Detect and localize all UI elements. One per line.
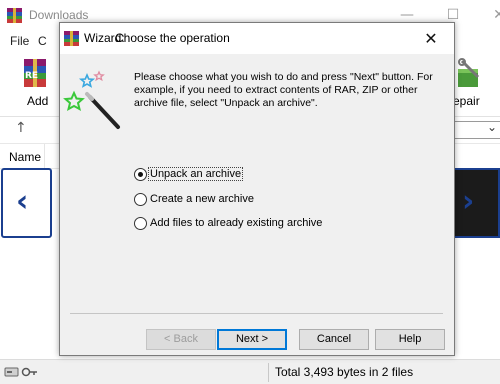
winrar-app-icon bbox=[64, 31, 79, 46]
status-text: Total 3,493 bytes in 2 files bbox=[275, 365, 414, 379]
help-button[interactable]: Help bbox=[375, 329, 445, 350]
dialog-close-button[interactable]: ✕ bbox=[408, 23, 454, 54]
instructions-text: Please choose what you wish to do and pr… bbox=[134, 71, 433, 109]
radio-label-text: Add files to already existing archive bbox=[150, 217, 323, 229]
status-bar: Total 3,493 bytes in 2 files bbox=[0, 359, 500, 384]
wizard-dialog: Wizard: Choose the operation ✕ Please ch… bbox=[59, 22, 455, 356]
add-archive-icon: RE bbox=[24, 59, 46, 87]
status-divider bbox=[268, 363, 269, 382]
radio-button[interactable] bbox=[134, 193, 147, 206]
magic-wand-icon bbox=[63, 70, 120, 129]
dialog-separator bbox=[70, 313, 443, 314]
chevron-right-icon: › bbox=[462, 184, 475, 219]
repair-button-label: epair bbox=[453, 94, 480, 108]
main-window-title: Downloads bbox=[29, 8, 89, 22]
menu-file[interactable]: File bbox=[10, 34, 29, 48]
dialog-title: Choose the operation bbox=[115, 31, 230, 45]
menu-commands[interactable]: C bbox=[38, 34, 47, 48]
back-button[interactable]: < Back bbox=[146, 329, 216, 350]
column-header-name[interactable]: Name bbox=[9, 150, 41, 164]
main-close-button[interactable]: ✕ bbox=[476, 0, 500, 31]
radio-label: Unpack an archive bbox=[148, 167, 244, 181]
svg-text:RE: RE bbox=[25, 71, 38, 81]
next-button[interactable]: Next > bbox=[217, 329, 287, 350]
chevron-left-icon: ‹ bbox=[16, 184, 29, 219]
radio-button[interactable] bbox=[134, 168, 147, 181]
path-dropdown[interactable]: ⌄ bbox=[453, 120, 500, 139]
add-button[interactable]: RE Add bbox=[14, 51, 64, 115]
chevron-down-icon: ⌄ bbox=[486, 120, 497, 134]
radio-label-text: Unpack an archive bbox=[148, 167, 244, 181]
drive-key-icon bbox=[4, 367, 37, 377]
repair-icon bbox=[458, 58, 480, 87]
cancel-button[interactable]: Cancel bbox=[299, 329, 369, 350]
dialog-titlebar: Wizard: Choose the operation ✕ bbox=[60, 23, 454, 54]
add-button-label: Add bbox=[27, 94, 49, 108]
winrar-app-icon bbox=[7, 8, 22, 23]
up-folder-icon[interactable]: ↑ bbox=[15, 120, 27, 136]
column-divider[interactable] bbox=[44, 144, 45, 168]
radio-button[interactable] bbox=[134, 217, 147, 230]
radio-label-text: Create a new archive bbox=[150, 193, 254, 205]
previous-button[interactable]: ‹ bbox=[1, 168, 52, 238]
radio-selected-dot bbox=[138, 172, 143, 177]
